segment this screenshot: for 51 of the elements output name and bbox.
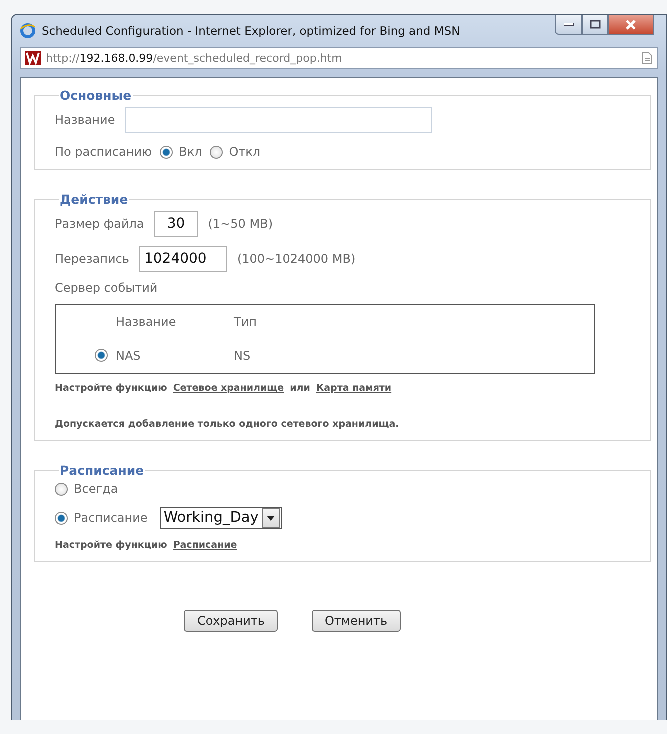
table-cell-text: NAS [116, 349, 142, 363]
note-text: Настройте функцию [55, 540, 168, 551]
radio-button[interactable] [55, 482, 68, 496]
url-path: /event_scheduled_record_pop.htm [153, 52, 342, 64]
note-text: или [290, 383, 310, 394]
maximize-button[interactable] [582, 15, 608, 35]
browser-logo-icon [20, 23, 36, 39]
radio-option[interactable]: Расписание [55, 511, 148, 525]
close-button[interactable] [608, 15, 654, 35]
radio-button[interactable] [160, 146, 174, 158]
minimize-button[interactable] [555, 15, 582, 35]
save-button[interactable]: Сохранить [184, 610, 278, 632]
schedule-link[interactable]: Расписание [173, 540, 238, 551]
range-hint: (100~1024000 MB) [237, 252, 356, 266]
notice-text: Допускается добавление только одного сетевого хранилища. [55, 419, 400, 430]
field-label: По расписанию [55, 145, 152, 159]
column-header: Тип [234, 315, 258, 329]
name-input-field[interactable] [125, 107, 432, 133]
section-legend: Основные [59, 88, 133, 103]
field-label: Сервер событий [55, 281, 159, 295]
page-icon [642, 52, 653, 64]
radio-button[interactable] [95, 349, 108, 362]
cancel-button[interactable]: Отменить [312, 610, 401, 632]
column-header: Название [116, 315, 178, 329]
radio-option[interactable]: Всегда [55, 482, 118, 496]
field-label: Название [55, 113, 116, 127]
section-legend: Действие [59, 192, 130, 207]
radio-option[interactable]: Вкл [160, 145, 202, 159]
field-label: Перезапись [55, 252, 130, 266]
memory-card-link[interactable]: Карта памяти [316, 383, 392, 394]
radio-button[interactable] [210, 146, 224, 158]
section-legend: Расписание [59, 463, 146, 478]
table-cell-text: NS [234, 349, 252, 363]
radio-option[interactable]: Откл [210, 145, 261, 159]
number-input-field[interactable]: 30 [154, 211, 198, 237]
caret-icon [266, 516, 275, 520]
url-host: 192.168.0.99 [80, 52, 154, 64]
range-hint: (1~50 MB) [208, 217, 274, 231]
storage-link[interactable]: Сетевое хранилище [173, 383, 284, 394]
field-label: Размер файла [55, 217, 144, 231]
window-title: Scheduled Configuration - Internet Explorer, optimized for Bing and MSN [42, 24, 462, 38]
schedule-dropdown[interactable]: Working_Day [160, 507, 282, 529]
site-logo-icon [25, 51, 41, 65]
minimize-icon [564, 22, 574, 26]
maximize-icon [590, 20, 600, 29]
radio-button[interactable] [55, 512, 68, 524]
note-text: Настройте функцию [55, 383, 168, 394]
close-icon [625, 20, 637, 30]
address-bar[interactable]: http://192.168.0.99/event_scheduled_record_pop.htm [20, 47, 658, 69]
number-input-field[interactable]: 1024000 [139, 246, 228, 272]
url-scheme: http:// [46, 52, 80, 64]
